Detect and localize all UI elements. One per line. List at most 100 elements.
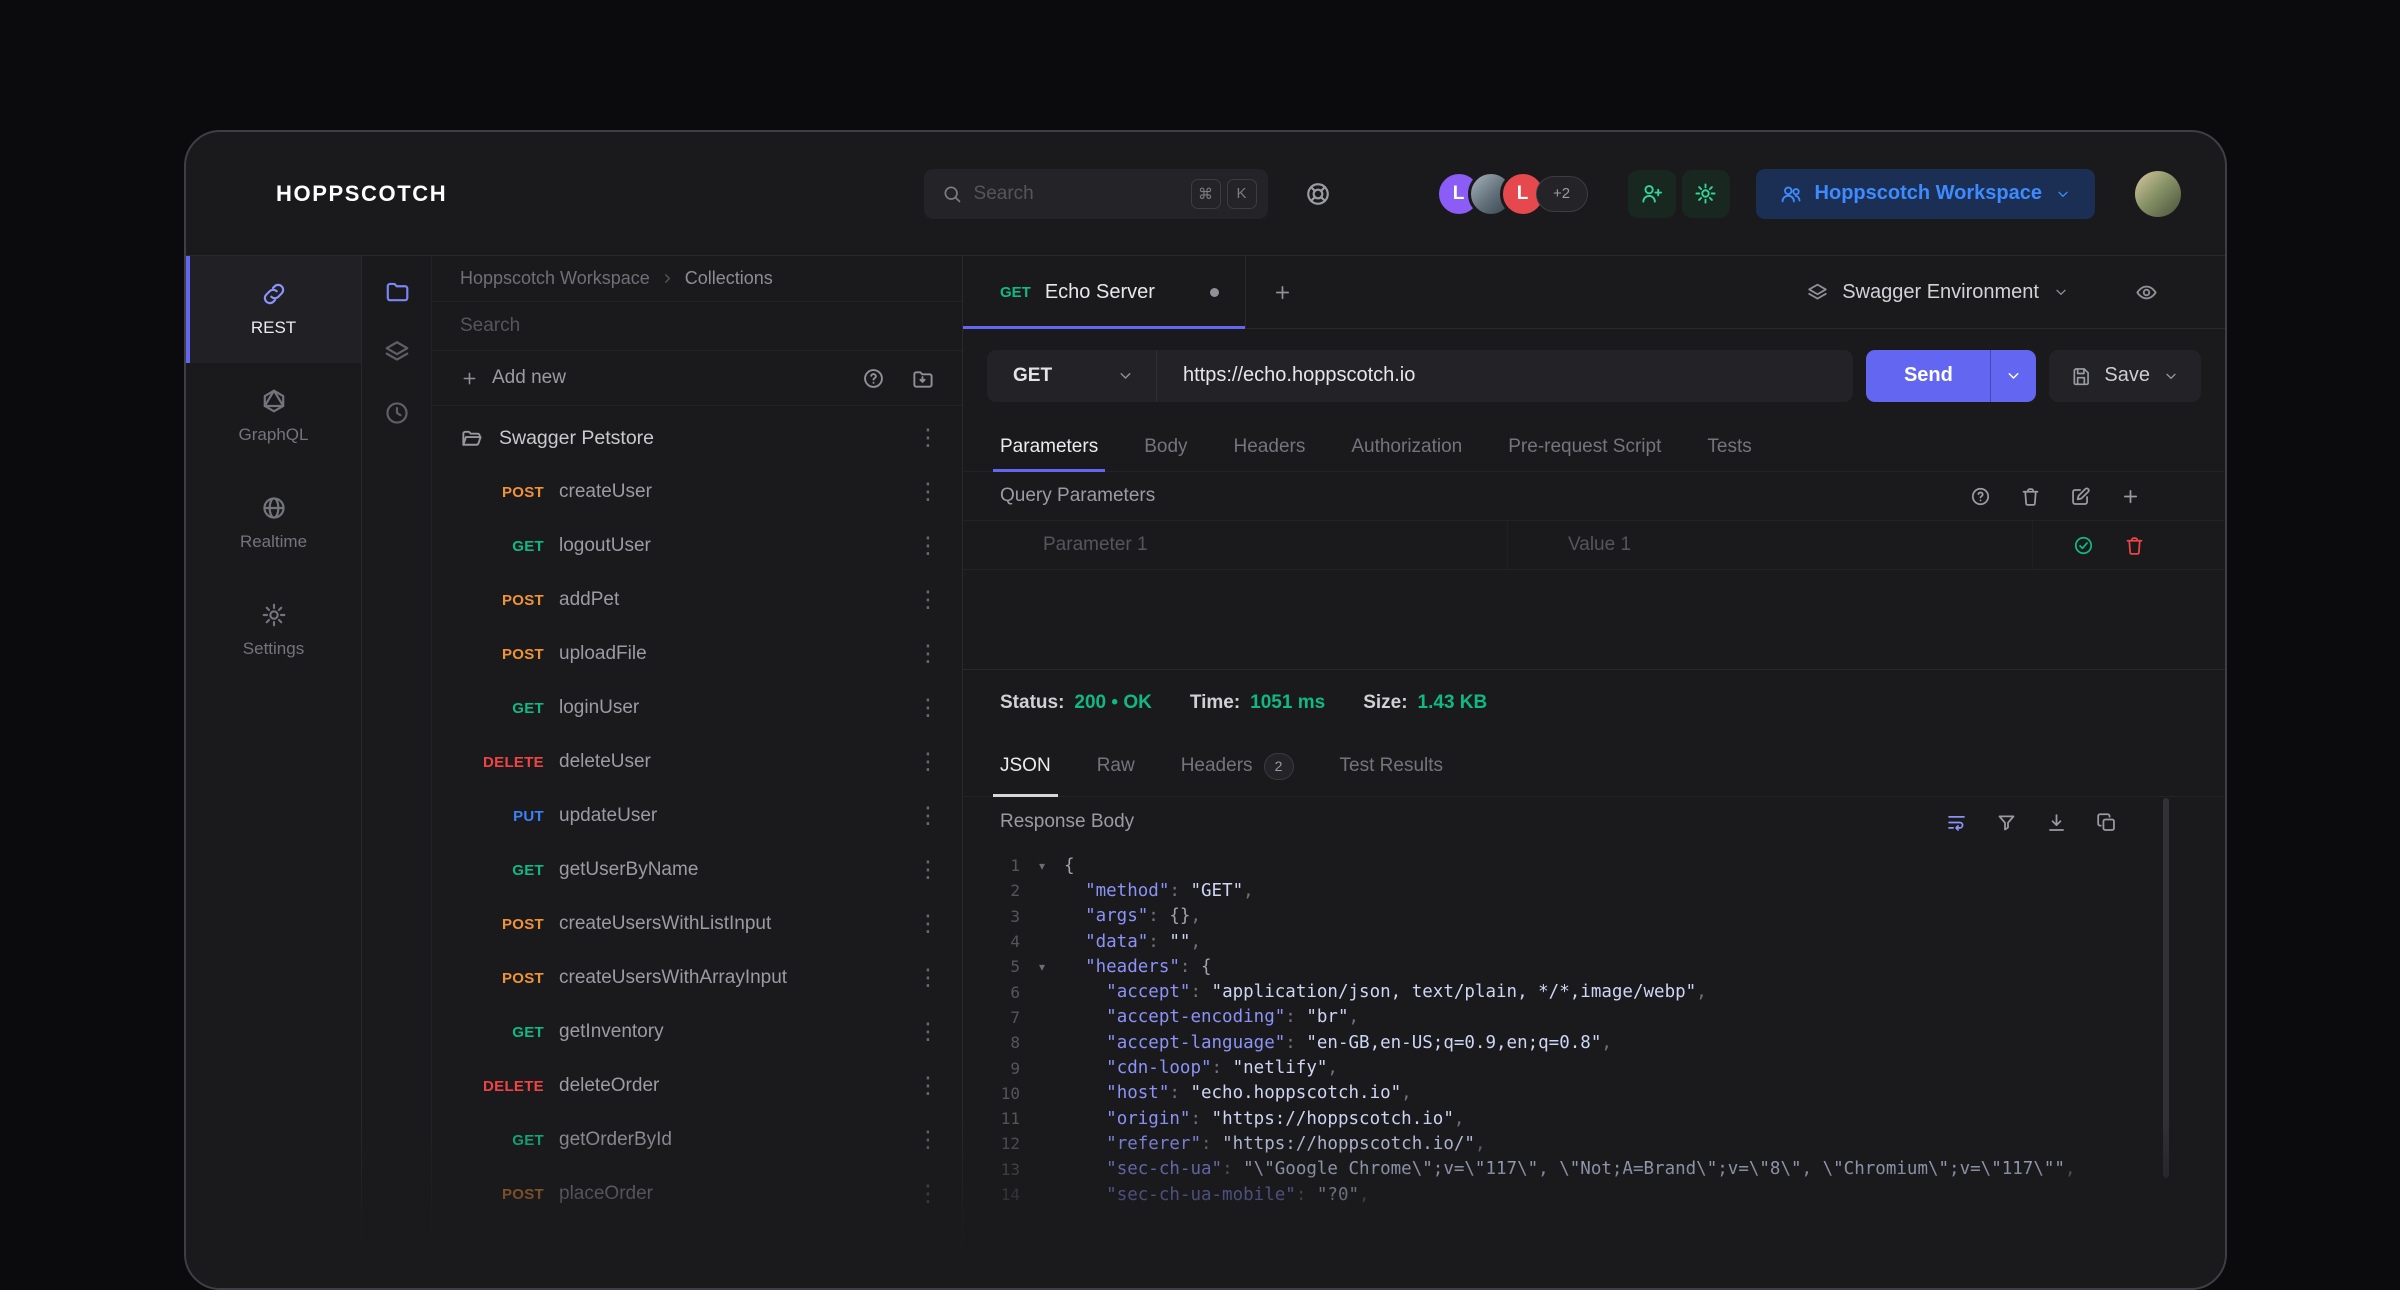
response-tab-raw[interactable]: Raw xyxy=(1074,736,1158,796)
user-avatar[interactable] xyxy=(2135,170,2181,217)
collection-request-createUser[interactable]: POST createUser ⋮ xyxy=(432,465,962,519)
breadcrumb-section[interactable]: Collections xyxy=(685,268,773,289)
kebab-menu-icon[interactable]: ⋮ xyxy=(916,696,940,720)
add-new-button[interactable]: Add new xyxy=(492,367,566,389)
request-tab-parameters[interactable]: Parameters xyxy=(977,422,1121,472)
request-tab-authorization[interactable]: Authorization xyxy=(1328,422,1485,471)
save-button-group[interactable]: Save xyxy=(2049,349,2201,402)
environment-selector[interactable]: Swagger Environment xyxy=(1773,256,2103,328)
environment-quick-peek-button[interactable] xyxy=(2103,256,2189,328)
nav-item-rest[interactable]: REST xyxy=(186,256,361,363)
collection-request-deleteUser[interactable]: DELETE deleteUser ⋮ xyxy=(432,735,962,789)
kebab-menu-icon[interactable]: ⋮ xyxy=(916,858,940,882)
fold-arrow-icon[interactable]: ▾ xyxy=(1020,859,1064,873)
kebab-menu-icon[interactable]: ⋮ xyxy=(916,588,940,612)
kebab-menu-icon[interactable]: ⋮ xyxy=(916,642,940,666)
request-tab-pre-request-script[interactable]: Pre-request Script xyxy=(1485,422,1684,471)
fold-arrow-icon[interactable]: ▾ xyxy=(1020,960,1064,974)
send-button-group: Send xyxy=(1866,349,2037,402)
shared-users[interactable]: L L +2 xyxy=(1435,170,1588,217)
filter-response-button[interactable] xyxy=(1996,812,2017,833)
collections-search[interactable] xyxy=(432,302,962,351)
collections-search-input[interactable] xyxy=(460,315,934,337)
chevron-down-icon xyxy=(2058,191,2068,197)
collection-request-updateUser[interactable]: PUT updateUser ⋮ xyxy=(432,789,962,843)
kebab-menu-icon[interactable]: ⋮ xyxy=(916,534,940,558)
response-body-title: Response Body xyxy=(1000,811,1135,832)
collection-request-deleteOrder[interactable]: DELETE deleteOrder ⋮ xyxy=(432,1059,962,1113)
collection-request-getInventory[interactable]: GET getInventory ⋮ xyxy=(432,1005,962,1059)
kebab-menu-icon[interactable]: ⋮ xyxy=(916,966,940,990)
collection-request-loginUser[interactable]: GET loginUser ⋮ xyxy=(432,681,962,735)
copy-response-button[interactable] xyxy=(2096,812,2117,833)
global-search[interactable]: ⌘ K xyxy=(923,168,1268,219)
invite-user-button[interactable] xyxy=(1627,169,1676,218)
plus-icon xyxy=(2123,489,2138,503)
sidebar-collections-tab[interactable] xyxy=(384,278,410,304)
globe-icon xyxy=(262,497,285,519)
collection-request-placeOrder[interactable]: POST placeOrder ⋮ xyxy=(432,1167,962,1221)
bulk-edit-button[interactable] xyxy=(2070,486,2091,507)
wrap-lines-button[interactable] xyxy=(1946,812,1967,833)
kebab-menu-icon[interactable]: ⋮ xyxy=(916,804,940,828)
collection-request-createUsersWithArrayInput[interactable]: POST createUsersWithArrayInput ⋮ xyxy=(432,951,962,1005)
clear-all-button[interactable] xyxy=(2020,486,2041,507)
sidebar-environments-tab[interactable] xyxy=(384,339,410,365)
request-method-badge: POST xyxy=(501,969,544,987)
plus-icon xyxy=(463,372,476,384)
parameter-value-input[interactable] xyxy=(1568,534,2032,556)
new-tab-button[interactable] xyxy=(1246,256,1318,328)
workspace-settings-button[interactable] xyxy=(1681,169,1730,218)
collection-request-uploadFile[interactable]: POST uploadFile ⋮ xyxy=(432,627,962,681)
chevron-down-icon xyxy=(2008,373,2019,379)
save-button[interactable]: Save xyxy=(2104,364,2150,387)
support-button[interactable] xyxy=(1296,172,1340,216)
request-tab-body[interactable]: Body xyxy=(1121,422,1210,471)
collection-folder[interactable]: Swagger Petstore ⋮ xyxy=(432,411,962,465)
delete-parameter-button[interactable] xyxy=(2124,535,2145,556)
url-input[interactable] xyxy=(1157,364,1854,387)
request-tab-tests[interactable]: Tests xyxy=(1684,422,1774,471)
import-collection-button[interactable] xyxy=(911,367,934,390)
method-selector[interactable]: GET xyxy=(987,349,1157,402)
kebab-menu-icon[interactable]: ⋮ xyxy=(916,1074,940,1098)
wiki-help-button[interactable] xyxy=(1970,486,1991,507)
collections-help-button[interactable] xyxy=(862,367,885,390)
kebab-menu-icon[interactable]: ⋮ xyxy=(916,912,940,936)
collection-request-logoutUser[interactable]: GET logoutUser ⋮ xyxy=(432,519,962,573)
collection-request-getOrderById[interactable]: GET getOrderById ⋮ xyxy=(432,1113,962,1167)
query-parameters-title: Query Parameters xyxy=(1000,485,1156,506)
send-options-button[interactable] xyxy=(1990,349,2036,402)
response-tab-test-results[interactable]: Test Results xyxy=(1317,736,1466,796)
response-tab-json[interactable]: JSON xyxy=(977,736,1074,797)
code-text: "origin": "https://hoppscotch.io", xyxy=(1106,1108,1465,1129)
workspace-selector[interactable]: Hoppscotch Workspace xyxy=(1755,168,2095,219)
kebab-menu-icon[interactable]: ⋮ xyxy=(916,1128,940,1152)
kebab-menu-icon[interactable]: ⋮ xyxy=(916,1182,940,1206)
query-parameters-actions xyxy=(1970,486,2141,507)
kebab-menu-icon[interactable]: ⋮ xyxy=(916,480,940,504)
global-search-input[interactable] xyxy=(973,182,1179,205)
scrollbar-thumb[interactable] xyxy=(2163,798,2169,1178)
kebab-menu-icon[interactable]: ⋮ xyxy=(916,750,940,774)
nav-item-graphql[interactable]: GraphQL xyxy=(186,363,361,470)
response-tab-headers[interactable]: Headers 2 xyxy=(1158,736,1317,796)
add-parameter-button[interactable] xyxy=(2120,486,2141,507)
eye-icon xyxy=(2135,285,2157,299)
kebab-menu-icon[interactable]: ⋮ xyxy=(916,426,940,450)
parameter-key-input[interactable] xyxy=(1043,534,1507,556)
sidebar-history-tab[interactable] xyxy=(384,400,410,426)
code-text: "accept": "application/json, text/plain,… xyxy=(1106,982,1707,1003)
nav-item-settings[interactable]: Settings xyxy=(186,577,361,684)
toggle-parameter-button[interactable] xyxy=(2073,535,2094,556)
nav-item-realtime[interactable]: Realtime xyxy=(186,470,361,577)
send-button[interactable]: Send xyxy=(1866,350,1990,402)
collection-request-createUsersWithListInput[interactable]: POST createUsersWithListInput ⋮ xyxy=(432,897,962,951)
collection-request-addPet[interactable]: POST addPet ⋮ xyxy=(432,573,962,627)
collection-request-getUserByName[interactable]: GET getUserByName ⋮ xyxy=(432,843,962,897)
breadcrumb-workspace[interactable]: Hoppscotch Workspace xyxy=(460,268,650,289)
open-request-tab[interactable]: GET Echo Server xyxy=(963,256,1246,329)
request-tab-headers[interactable]: Headers xyxy=(1211,422,1329,471)
download-response-button[interactable] xyxy=(2046,812,2067,833)
kebab-menu-icon[interactable]: ⋮ xyxy=(916,1020,940,1044)
